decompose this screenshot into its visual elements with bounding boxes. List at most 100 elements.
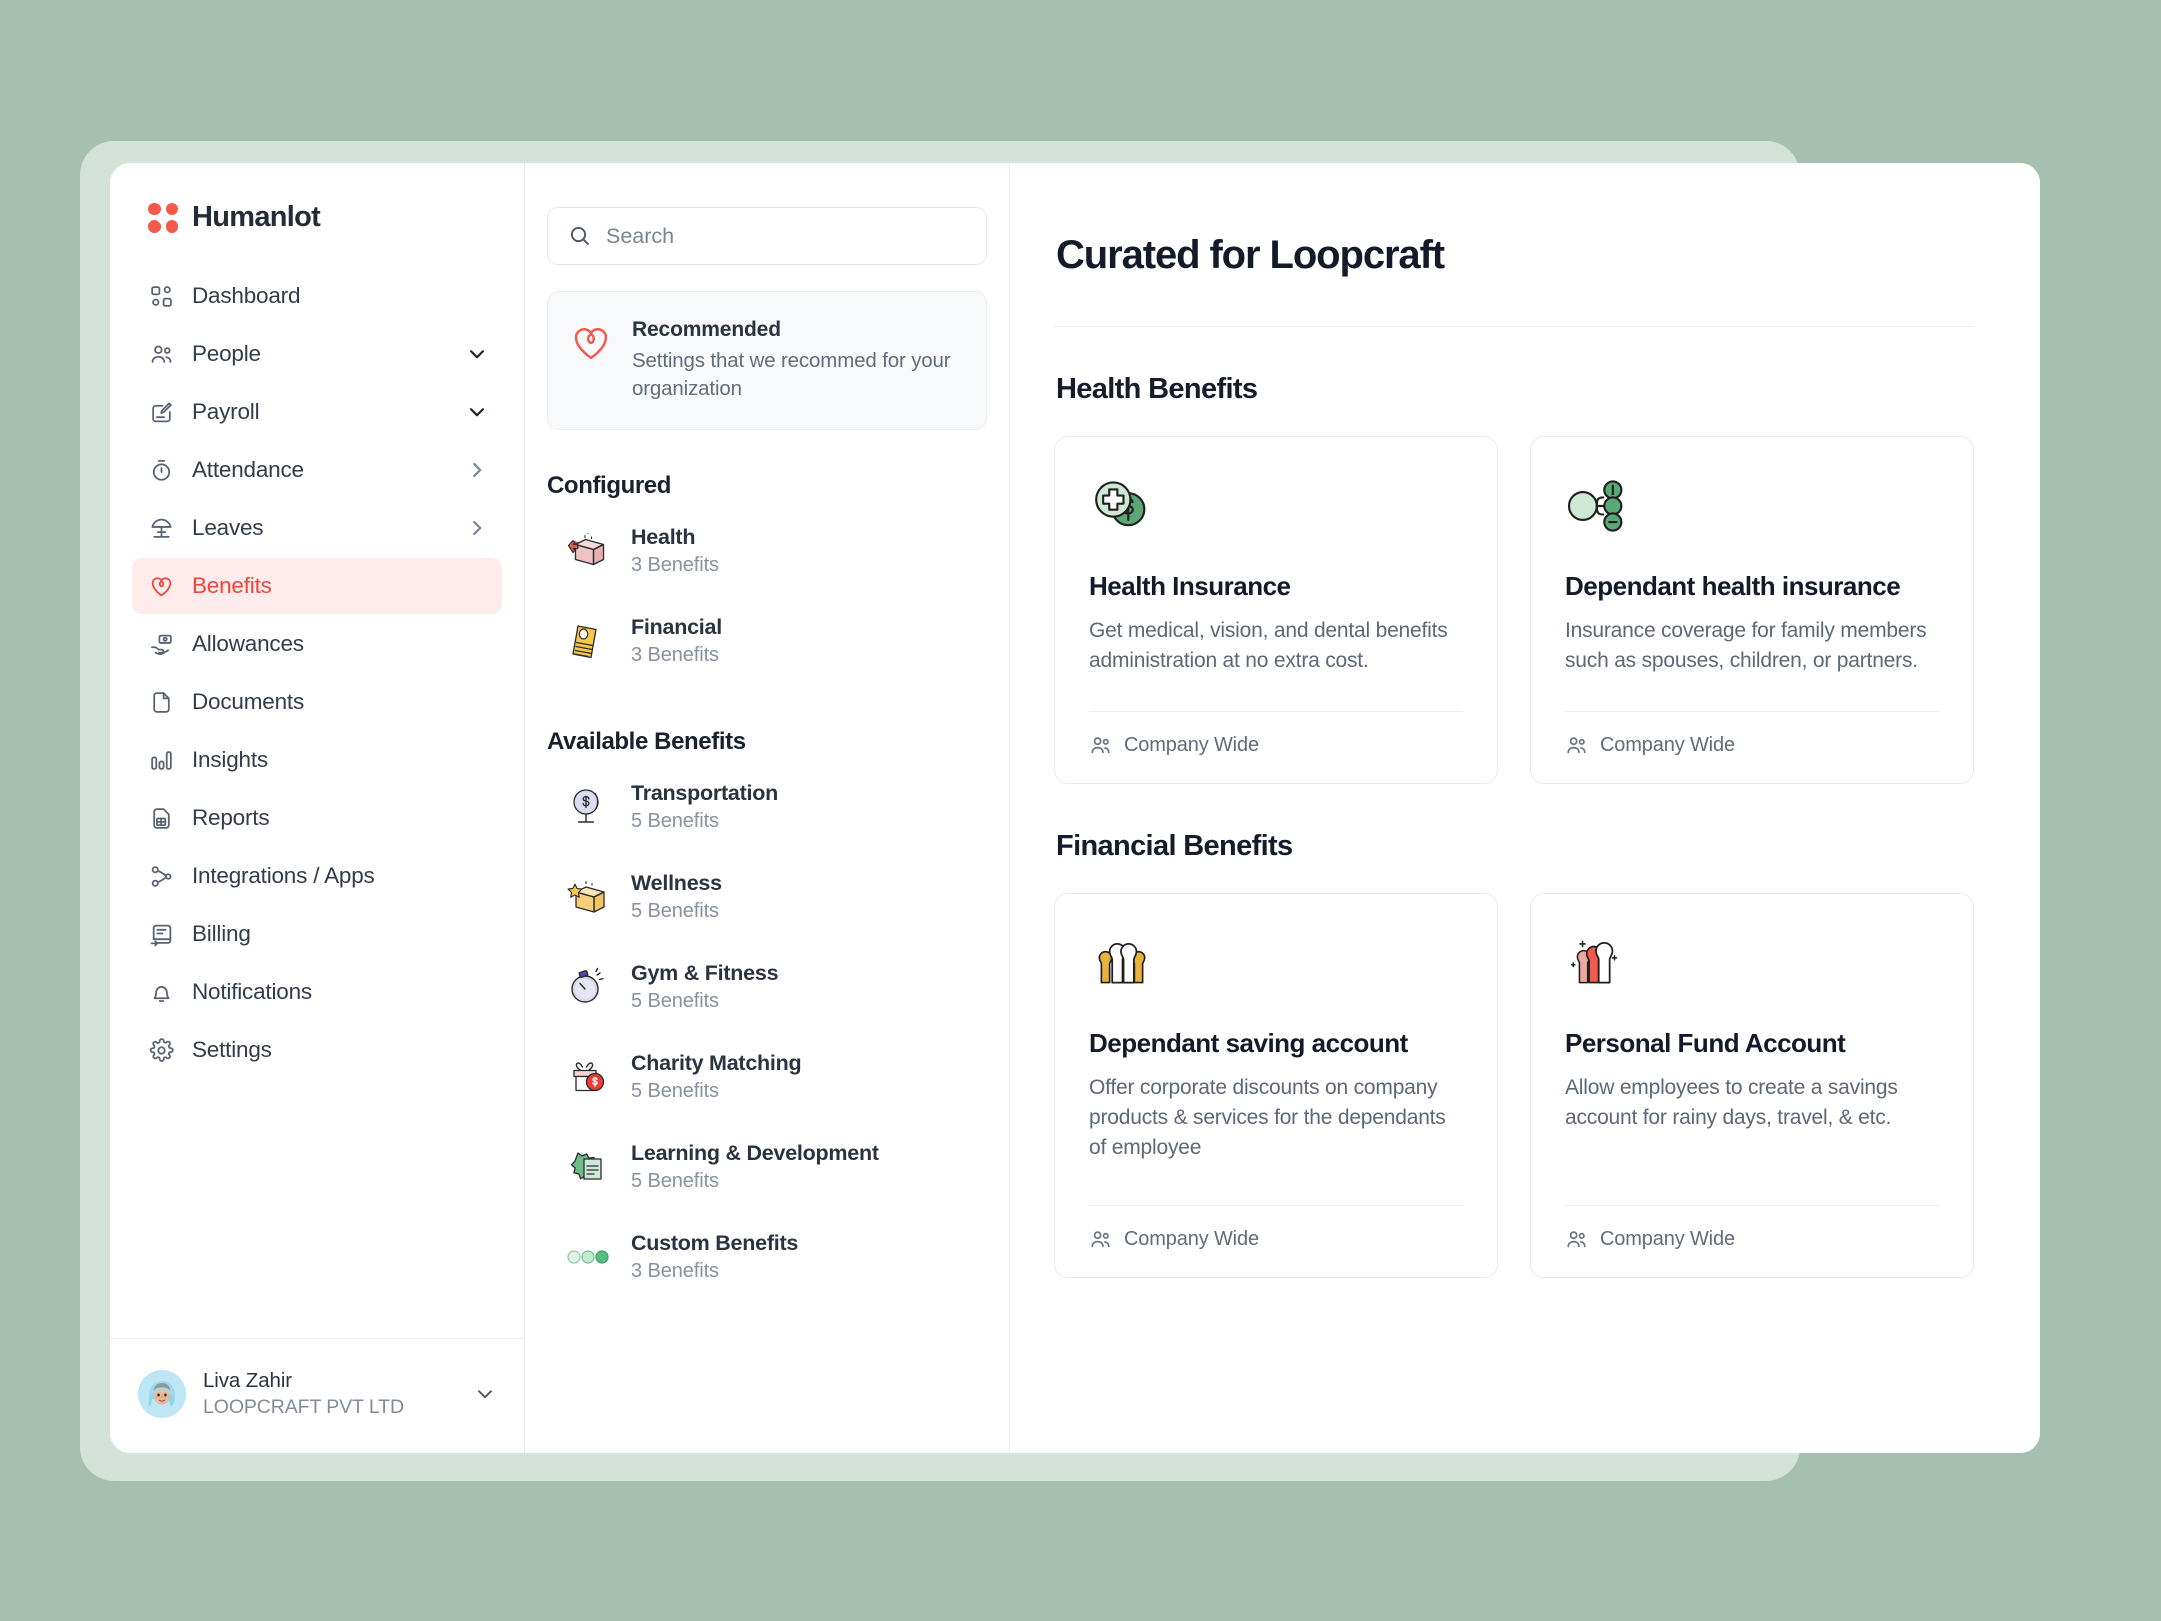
benefit-name: Transportation [631,780,779,805]
page-title: Curated for Loopcraft [1056,233,1445,277]
sidebar-item-allowances[interactable]: Allowances [132,616,502,672]
available-heading: Available Benefits [547,727,746,755]
benefit-card-health-insurance[interactable]: Health Insurance Get medical, vision, an… [1054,436,1498,784]
card-scope: Company Wide [1600,1228,1735,1250]
chevron-down-icon[interactable] [466,343,488,365]
benefit-name: Health [631,524,696,549]
card-footer: Company Wide [1565,711,1939,783]
sidebar-item-dashboard[interactable]: Dashboard [132,268,502,324]
sidebar-item-label: Settings [192,1037,272,1062]
stopwatch-icon [565,964,611,1010]
search-icon [568,224,592,248]
avatar [138,1370,186,1418]
benefit-card-personal-fund-account[interactable]: Personal Fund Account Allow employees to… [1530,893,1974,1278]
benefit-card-dependant-saving-account[interactable]: Dependant saving account Offer corporate… [1054,893,1498,1278]
people-icon [1089,1228,1112,1251]
list-item[interactable]: Health 3 Benefits [547,506,987,596]
sidebar-item-people[interactable]: People [132,326,502,382]
list-item[interactable]: Financial 3 Benefits [547,596,987,686]
benefit-count: 5 Benefits [631,1169,719,1192]
people-icon [1565,1228,1588,1251]
title-divider [1054,326,1974,327]
card-footer: Company Wide [1565,1205,1939,1277]
brand-name: Humanlot [192,201,321,233]
sidebar-item-label: Attendance [192,457,304,482]
people-icon [148,341,174,367]
stopwatch-icon [148,457,174,483]
sidebar-item-benefits[interactable]: Benefits [132,558,502,614]
sidebar-item-settings[interactable]: Settings [132,1022,502,1078]
recommended-desc: Settings that we recommed for your organ… [632,349,951,400]
medical-coins-icon [1089,475,1463,537]
card-desc: Allow employees to create a savings acco… [1565,1076,1898,1129]
sidebar-nav: Dashboard People Payroll Attendance Leav… [110,262,524,1338]
globe-dollar-icon [565,784,611,830]
badge-book-icon [565,1144,611,1190]
list-item[interactable]: Wellness 5 Benefits [547,852,987,942]
sidebar-item-label: People [192,341,261,366]
card-title: Personal Fund Account [1565,1028,1846,1058]
sidebar-item-integrations[interactable]: Integrations / Apps [132,848,502,904]
benefit-count: 5 Benefits [631,1079,719,1102]
gear-icon [148,1037,174,1063]
list-item[interactable]: Charity Matching 5 Benefits [547,1032,987,1122]
user-profile[interactable]: Liva Zahir LOOPCRAFT PVT LTD [110,1338,524,1453]
invoice-icon [148,921,174,947]
star-box-icon [565,874,611,920]
sidebar-item-label: Payroll [192,399,260,424]
search-placeholder: Search [606,223,675,248]
hand-cash-icon [148,631,174,657]
main-content: Curated for Loopcraft Health Benefits He… [1010,163,2040,1453]
sidebar-item-label: Dashboard [192,283,301,308]
chevron-down-icon[interactable] [466,401,488,423]
group-heading-financial: Financial Benefits [1056,830,1293,862]
sidebar-item-reports[interactable]: Reports [132,790,502,846]
card-footer: Company Wide [1089,1205,1463,1277]
configured-list: Health 3 Benefits Financial 3 Benefits [547,506,987,686]
recommended-card[interactable]: Recommended Settings that we recommed fo… [547,291,987,430]
sidebar-item-label: Insights [192,747,268,772]
sidebar-item-insights[interactable]: Insights [132,732,502,788]
benefit-count: 5 Benefits [631,899,719,922]
list-item[interactable]: Custom Benefits 3 Benefits [547,1212,987,1302]
card-scope: Company Wide [1124,1228,1259,1250]
list-item[interactable]: Gym & Fitness 5 Benefits [547,942,987,1032]
list-item[interactable]: Learning & Development 5 Benefits [547,1122,987,1212]
brand-logo[interactable]: Humanlot [110,163,524,262]
bar-chart-icon [148,747,174,773]
sidebar-item-documents[interactable]: Documents [132,674,502,730]
sidebar-item-billing[interactable]: Billing [132,906,502,962]
chevron-right-icon[interactable] [466,517,488,539]
sidebar-item-label: Billing [192,921,251,946]
list-item-text: Health 3 Benefits [631,525,719,577]
bell-icon [148,979,174,1005]
benefit-count: 3 Benefits [631,1259,719,1282]
benefit-name: Financial [631,614,722,639]
sidebar-item-attendance[interactable]: Attendance [132,442,502,498]
list-item[interactable]: Transportation 5 Benefits [547,762,987,852]
document-icon [148,689,174,715]
people-icon [1089,734,1112,757]
report-file-icon [148,805,174,831]
heart-icon [570,322,612,364]
payroll-edit-icon [148,399,174,425]
benefit-count: 5 Benefits [631,989,719,1012]
benefit-card-dependant-health-insurance[interactable]: Dependant health insurance Insurance cov… [1530,436,1974,784]
list-item-text: Wellness 5 Benefits [631,871,722,923]
card-title: Dependant health insurance [1565,571,1901,601]
dependant-tree-icon [1565,475,1939,537]
three-people-yellow-icon [1089,932,1463,994]
list-item-text: Financial 3 Benefits [631,615,722,667]
card-desc: Offer corporate discounts on company pro… [1089,1076,1446,1159]
chevron-right-icon[interactable] [466,459,488,481]
sidebar-item-payroll[interactable]: Payroll [132,384,502,440]
sidebar-item-label: Integrations / Apps [192,863,375,888]
benefit-name: Learning & Development [631,1140,879,1165]
financial-doc-icon [565,618,611,664]
search-input[interactable]: Search [547,207,987,265]
sidebar-item-notifications[interactable]: Notifications [132,964,502,1020]
sidebar-item-label: Documents [192,689,304,714]
chevron-down-icon[interactable] [474,1383,496,1405]
sidebar-item-leaves[interactable]: Leaves [132,500,502,556]
benefit-name: Charity Matching [631,1050,802,1075]
